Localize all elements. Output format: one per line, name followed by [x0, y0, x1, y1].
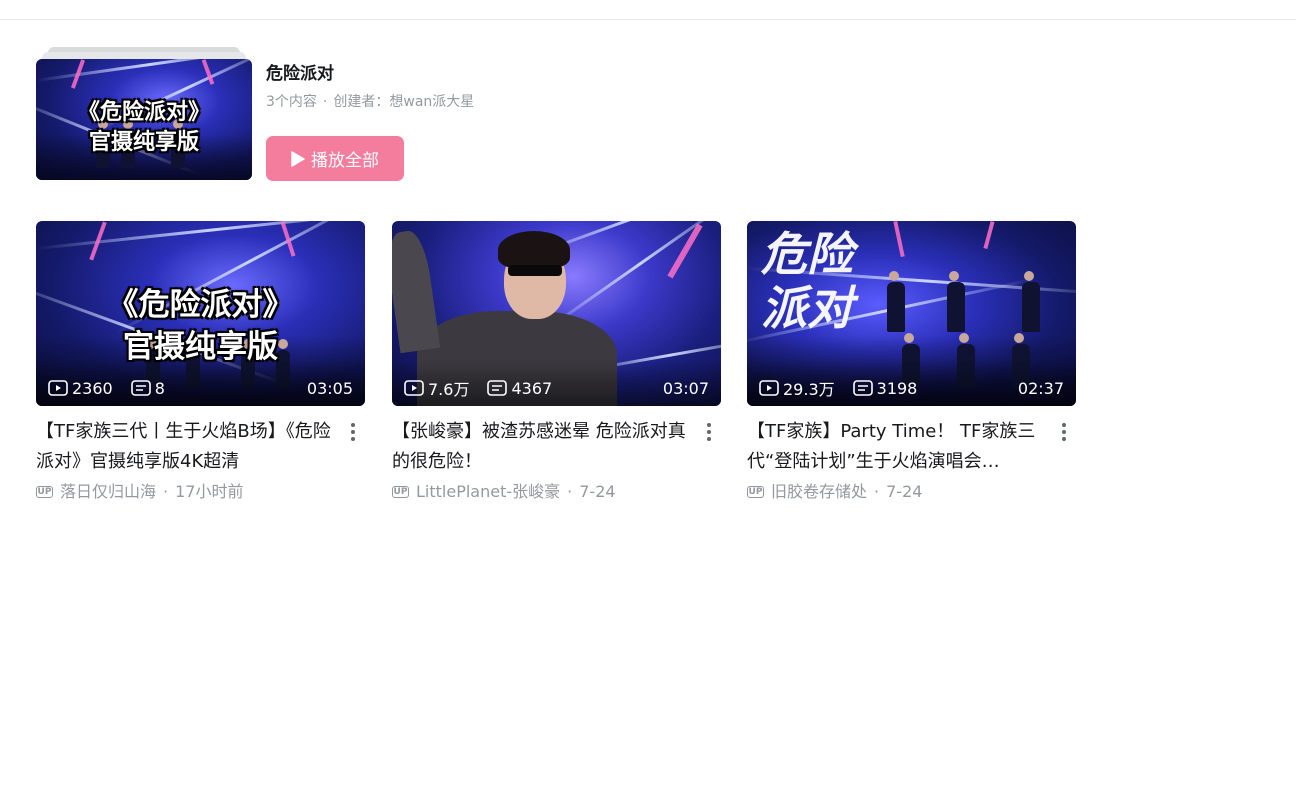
uploader-name[interactable]: LittlePlanet-张峻豪 — [416, 481, 560, 503]
video-stats: 29.3万 3198 02:37 — [759, 378, 1064, 399]
video-owner: UP 旧胶卷存储处 · 7-24 — [747, 481, 1076, 503]
meta-separator: · — [567, 482, 573, 501]
danmaku-count: 8 — [154, 378, 165, 398]
video-thumbnail[interactable]: 危险派对 29.3万 3198 02:37 — [747, 221, 1076, 406]
playlist-meta: 3个内容 · 创建者：想wan派大星 — [266, 92, 474, 112]
video-thumbnail[interactable]: 7.6万 4367 03:07 — [392, 221, 721, 406]
view-count: 29.3万 — [783, 380, 835, 399]
play-all-button[interactable]: 播放全部 — [266, 136, 404, 181]
upload-time: 7-24 — [579, 482, 616, 501]
views-icon — [759, 380, 779, 396]
more-icon[interactable] — [1054, 418, 1074, 446]
upload-time: 7-24 — [886, 482, 923, 501]
cover-text-1: 《危险派对》 — [107, 287, 294, 323]
video-duration: 03:07 — [662, 378, 709, 398]
video-thumbnail[interactable]: 《危险派对》 官摄纯享版 2360 8 03:05 — [36, 221, 365, 406]
video-owner: UP 落日仅归山海 · 17小时前 — [36, 481, 365, 503]
danmaku-icon — [130, 380, 151, 396]
video-card[interactable]: 危险派对 29.3万 3198 02:37 【TF家族】Party Time！ … — [747, 221, 1076, 503]
video-title[interactable]: 【TF家族】Party Time！ TF家族三代“登陆计划”生于火焰演唱会… — [747, 417, 1047, 477]
playlist-cover-text-2: 官摄纯享版 — [88, 130, 199, 155]
video-stats: 2360 8 03:05 — [48, 378, 353, 398]
video-owner: UP LittlePlanet-张峻豪 · 7-24 — [392, 481, 721, 503]
playlist-creator[interactable]: 创建者：想wan派大星 — [333, 92, 474, 112]
up-badge: UP — [747, 486, 764, 498]
playlist-info: 危险派对 3个内容 · 创建者：想wan派大星 — [266, 62, 474, 112]
danmaku-count: 4367 — [511, 378, 553, 398]
cover-script: 危险派对 — [761, 227, 853, 335]
meta-separator: · — [163, 482, 169, 501]
up-badge: UP — [392, 486, 409, 498]
video-duration: 03:05 — [306, 378, 353, 398]
playlist-title: 危险派对 — [266, 64, 334, 84]
play-icon — [291, 150, 305, 167]
video-title[interactable]: 【TF家族三代丨生于火焰B场】《危险派对》官摄纯享版4K超清 — [36, 417, 336, 477]
meta-separator: · — [322, 94, 328, 110]
more-icon[interactable] — [343, 418, 363, 446]
playlist-count: 3个内容 — [266, 94, 317, 110]
play-all-label: 播放全部 — [311, 151, 379, 171]
more-icon[interactable] — [699, 418, 719, 446]
views-icon — [404, 380, 424, 396]
views-icon — [48, 380, 68, 396]
playlist-cover-image[interactable]: 《危险派对》 官摄纯享版 — [36, 59, 252, 180]
video-title[interactable]: 【张峻豪】被渣苏感迷晕 危险派对真的很危险！ — [392, 417, 692, 477]
danmaku-icon — [487, 380, 508, 396]
meta-separator: · — [874, 482, 880, 501]
video-card[interactable]: 7.6万 4367 03:07 【张峻豪】被渣苏感迷晕 危险派对真的很危险！ U… — [392, 221, 721, 503]
uploader-name[interactable]: 旧胶卷存储处 — [771, 481, 867, 503]
video-card[interactable]: 《危险派对》 官摄纯享版 2360 8 03:05 【TF家族三代丨生于火焰B场… — [36, 221, 365, 503]
video-stats: 7.6万 4367 03:07 — [404, 378, 709, 399]
upload-time: 17小时前 — [175, 482, 244, 501]
danmaku-icon — [852, 380, 873, 396]
danmaku-count: 3198 — [876, 378, 918, 398]
video-duration: 02:37 — [1017, 378, 1064, 398]
view-count: 2360 — [72, 378, 113, 398]
uploader-name[interactable]: 落日仅归山海 — [60, 481, 156, 503]
view-count: 7.6万 — [428, 380, 470, 399]
up-badge: UP — [36, 486, 53, 498]
playlist-cover[interactable]: 《危险派对》 官摄纯享版 — [36, 47, 252, 180]
top-divider — [0, 19, 1296, 20]
playlist-cover-text-1: 《危险派对》 — [77, 100, 210, 125]
